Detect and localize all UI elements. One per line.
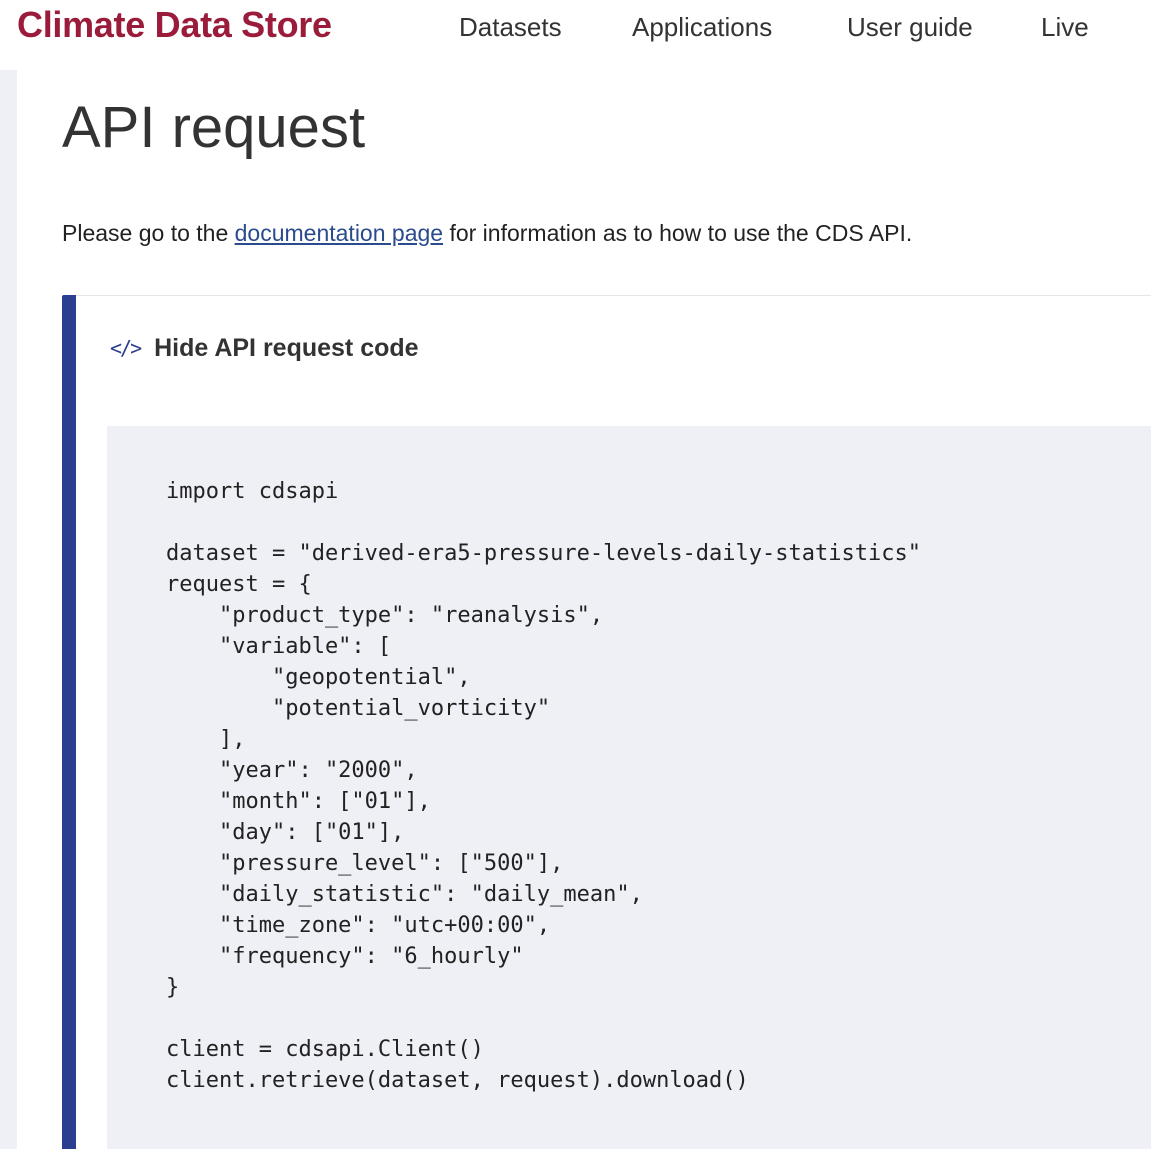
hide-api-code-toggle[interactable]: </> Hide API request code — [110, 330, 419, 366]
page-title: API request — [62, 95, 366, 160]
intro-text-before: Please go to the — [62, 220, 235, 246]
api-code-block[interactable]: import cdsapi dataset = "derived-era5-pr… — [107, 426, 1151, 1149]
panel-divider — [76, 295, 1151, 296]
nav-datasets[interactable]: Datasets — [459, 12, 562, 43]
toggle-label: Hide API request code — [154, 333, 419, 362]
api-code-text[interactable]: import cdsapi dataset = "derived-era5-pr… — [166, 476, 921, 1096]
nav-user-guide[interactable]: User guide — [847, 12, 973, 43]
nav-live[interactable]: Live — [1041, 12, 1089, 43]
panel-accent-bar — [62, 295, 76, 1149]
intro-text-after: for information as to how to use the CDS… — [443, 220, 913, 246]
documentation-link[interactable]: documentation page — [235, 220, 443, 246]
code-icon: </> — [110, 336, 142, 360]
top-navigation-bar: Climate Data Store Datasets Applications… — [0, 0, 1151, 70]
intro-paragraph: Please go to the documentation page for … — [62, 220, 912, 247]
site-logo-title[interactable]: Climate Data Store — [17, 4, 332, 46]
left-margin-strip — [0, 70, 17, 1149]
nav-applications[interactable]: Applications — [632, 12, 772, 43]
